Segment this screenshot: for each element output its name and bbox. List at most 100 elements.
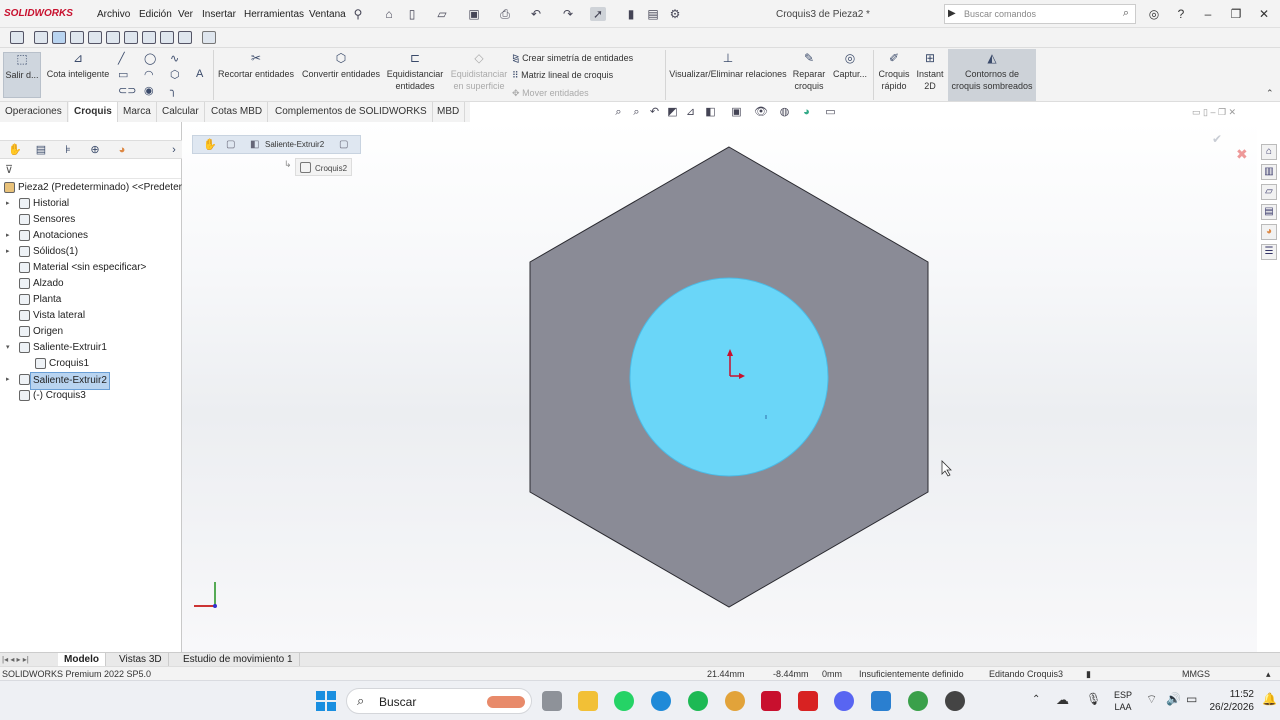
pin-icon[interactable]: ⚲ — [350, 7, 366, 21]
rectangle-icon[interactable]: ▭ — [118, 68, 128, 81]
shaded-sketch-contours-button[interactable]: ◭ Contornos de croquis sombreados — [948, 49, 1036, 101]
file-explorer-icon[interactable]: ▱ — [1261, 184, 1277, 200]
menu-archivo[interactable]: Archivo — [97, 9, 130, 20]
normal-to-icon[interactable] — [10, 31, 24, 44]
tree-item[interactable]: (-) Croquis3 — [0, 388, 181, 404]
menu-ver[interactable]: Ver — [178, 9, 193, 20]
tree-item[interactable]: ▸ Historial — [0, 196, 181, 212]
tab-complementos[interactable]: Complementos de SOLIDWORKS — [270, 102, 433, 122]
rapid-sketch-button[interactable]: ✐ Croquis rápido — [876, 52, 912, 92]
solidworks-resources-icon[interactable]: ⌂ — [1261, 144, 1277, 160]
clock[interactable]: 11:52 26/2/2026 — [1206, 688, 1255, 714]
tree-item[interactable]: Planta — [0, 292, 181, 308]
smart-dimension-button[interactable]: ⊿ Cota inteligente — [44, 52, 112, 80]
tab-motion-study[interactable]: Estudio de movimiento 1 — [177, 653, 300, 667]
view-back-icon[interactable] — [52, 31, 66, 44]
linear-pattern-button[interactable]: ⠿ Matriz lineal de croquis — [512, 70, 613, 81]
tree-item[interactable]: ▸ Anotaciones — [0, 228, 181, 244]
design-library-icon[interactable]: ▥ — [1261, 164, 1277, 180]
tree-item[interactable]: Sensores — [0, 212, 181, 228]
graphics-area[interactable]: ✋ ▢ ◧ Saliente-Extruir2 ▢ ↳ Croquis2 ✔ ✖… — [182, 107, 1257, 652]
collapse-ribbon-icon[interactable]: ⌃ — [1266, 88, 1274, 99]
whatsapp-icon[interactable] — [614, 691, 634, 711]
configurationmanager-tab-icon[interactable]: ⊧ — [61, 144, 75, 157]
acrobat-icon[interactable] — [798, 691, 818, 711]
windows-start-icon[interactable] — [316, 691, 336, 711]
status-options-icon[interactable]: ▴ — [1266, 667, 1271, 681]
taskbar-search-input[interactable]: ⌕ Buscar — [346, 688, 532, 714]
dimxpert-tab-icon[interactable]: ⊕ — [88, 144, 102, 157]
appearances-icon[interactable]: ◕ — [1261, 224, 1277, 240]
minimize-icon[interactable]: – — [1200, 7, 1216, 21]
new-document-icon[interactable]: ▯ — [404, 7, 420, 21]
language-indicator[interactable]: ESP LAA — [1114, 689, 1132, 713]
view-orientation-icon[interactable]: ◧ — [704, 106, 717, 119]
spotify-icon[interactable] — [688, 691, 708, 711]
search-icon[interactable]: ⌕ — [1123, 7, 1129, 20]
point-icon[interactable]: ◉ — [144, 84, 154, 97]
tab-scroll-arrows[interactable]: |◂ ◂ ▸ ▸| — [2, 655, 29, 664]
dimetric-icon[interactable] — [178, 31, 192, 44]
exit-sketch-button[interactable]: ⬚ Salir d... — [3, 52, 41, 98]
chrome-icon[interactable] — [725, 691, 745, 711]
hide-show-items-icon[interactable]: 👁 — [754, 106, 768, 119]
home-icon[interactable]: ⌂ — [381, 7, 397, 21]
view-right-icon[interactable] — [88, 31, 102, 44]
expand-panel-icon[interactable]: › — [167, 144, 181, 157]
task-view-icon[interactable] — [542, 691, 562, 711]
edge-icon[interactable] — [651, 691, 671, 711]
save-icon[interactable]: ▣ — [466, 7, 482, 21]
open-folder-icon[interactable]: ▱ — [434, 7, 450, 21]
expand-arrow-icon[interactable]: ▸ — [6, 228, 10, 244]
featuremanager-tab-icon[interactable]: ✋ — [8, 144, 22, 157]
slot-icon[interactable]: ⊂⊃ — [118, 84, 136, 97]
viewport-window-controls[interactable]: ▭ ▯ – ❐ ✕ — [1192, 107, 1236, 118]
tree-item[interactable]: ▸ Sólidos(1) — [0, 244, 181, 260]
wifi-icon[interactable]: ⌔ — [1146, 692, 1157, 707]
repair-sketch-button[interactable]: ✎ Reparar croquis — [790, 52, 828, 92]
solidworks-app-icon[interactable] — [761, 691, 781, 711]
view-front-icon[interactable] — [34, 31, 48, 44]
file-explorer-app-icon[interactable] — [578, 691, 598, 711]
tree-item[interactable]: Croquis1 — [0, 356, 181, 372]
edit-appearance-icon[interactable]: ◍ — [778, 106, 791, 119]
menu-insertar[interactable]: Insertar — [202, 9, 236, 20]
custom-properties-icon[interactable]: ☰ — [1261, 244, 1277, 260]
chrome-profile-icon[interactable] — [908, 691, 928, 711]
circle-icon[interactable]: ◯ — [144, 52, 156, 65]
rebuild-icon[interactable]: ▮ — [623, 7, 639, 21]
zoom-to-area-icon[interactable]: ⌕ — [630, 106, 643, 119]
capture-button[interactable]: ◎ Captur... — [830, 52, 870, 80]
restore-icon[interactable]: ❐ — [1228, 7, 1244, 21]
tab-mbd[interactable]: MBD — [432, 102, 466, 122]
expand-arrow-icon[interactable]: ▾ — [6, 340, 10, 356]
tab-vistas-3d[interactable]: Vistas 3D — [113, 653, 169, 667]
line-icon[interactable]: ╱ — [118, 52, 125, 65]
onedrive-icon[interactable]: ☁ — [1056, 692, 1069, 708]
polygon-icon[interactable]: ⬡ — [170, 68, 180, 81]
view-palette-icon[interactable]: ▤ — [1261, 204, 1277, 220]
show-hidden-icons[interactable]: ⌃ — [1032, 694, 1040, 705]
microphone-icon[interactable]: 🎙 — [1086, 692, 1101, 706]
trimetric-icon[interactable] — [160, 31, 174, 44]
tree-item[interactable]: Origen — [0, 324, 181, 340]
tab-marca[interactable]: Marca — [118, 102, 157, 122]
notifications-icon[interactable]: 🔔 — [1262, 692, 1277, 706]
tab-cotas-mbd[interactable]: Cotas MBD — [206, 102, 269, 122]
menu-ventana[interactable]: Ventana — [309, 9, 346, 20]
print-icon[interactable]: ⎙ — [497, 7, 513, 21]
tree-root[interactable]: Pieza2 (Predeterminado) <<Predeter — [0, 180, 182, 196]
previous-view-icon[interactable]: ↶ — [648, 106, 661, 119]
trim-entities-button[interactable]: ✂ Recortar entidades — [216, 52, 296, 80]
view-left-icon[interactable] — [70, 31, 84, 44]
redo-icon[interactable]: ↷ — [560, 7, 576, 21]
display-relations-button[interactable]: ⊥ Visualizar/Eliminar relaciones — [668, 52, 788, 80]
view-bottom-icon[interactable] — [124, 31, 138, 44]
spline-icon[interactable]: ∿ — [170, 52, 179, 65]
photos-icon[interactable] — [871, 691, 891, 711]
battery-icon[interactable]: ▭ — [1186, 692, 1197, 706]
user-account-icon[interactable]: ◎ — [1146, 7, 1162, 21]
view-settings-icon[interactable]: ▭ — [824, 106, 837, 119]
propertymanager-tab-icon[interactable]: ▤ — [34, 144, 48, 157]
move-entities-button[interactable]: ✥ Mover entidades — [512, 88, 589, 99]
